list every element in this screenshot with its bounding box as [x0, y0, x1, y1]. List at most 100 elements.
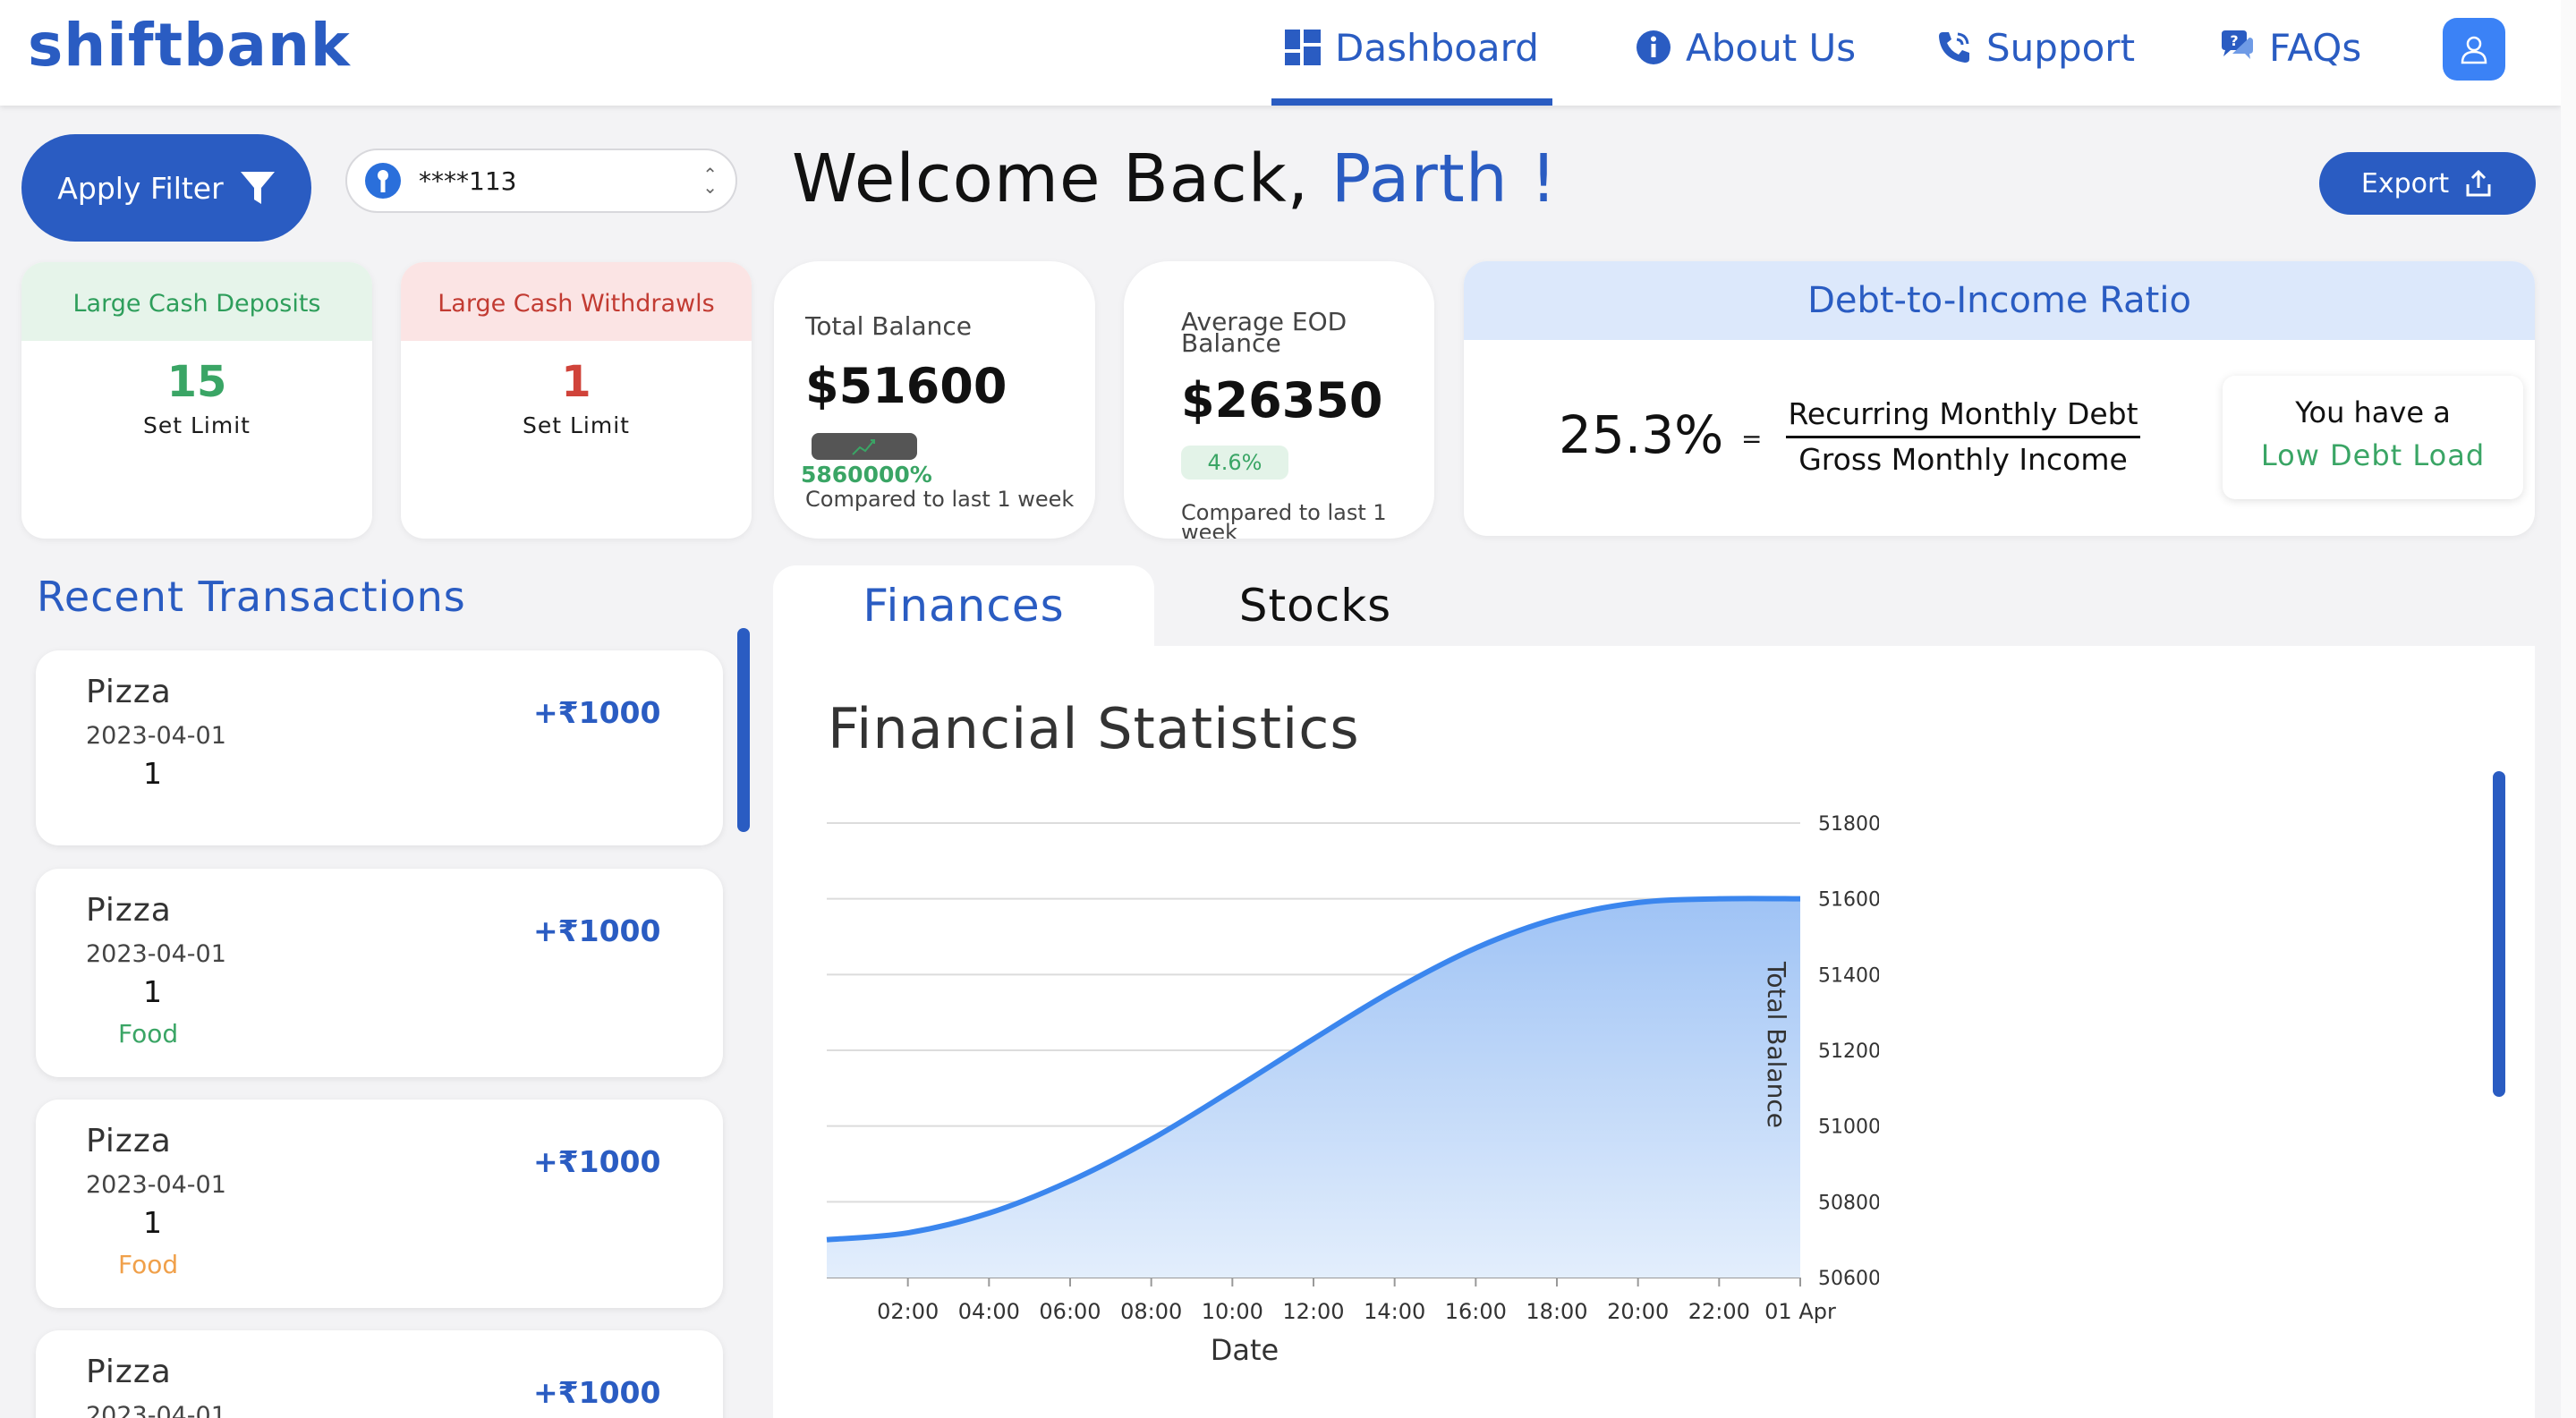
apply-filter-label: Apply Filter: [57, 170, 224, 206]
avg-eod-compare: Compared to last 1 week: [1181, 500, 1387, 539]
bank-icon: [365, 163, 401, 199]
transaction-card[interactable]: Pizza 2023-04-01 1 +₹1000: [36, 650, 723, 845]
x-tick-label: 18:00: [1526, 1299, 1587, 1324]
tx-quantity: 1: [143, 1205, 162, 1240]
large-cash-deposits-card[interactable]: Large Cash Deposits 15 Set Limit: [21, 262, 372, 539]
transactions-scrollbar[interactable]: [737, 628, 750, 832]
x-tick-label: 08:00: [1120, 1299, 1182, 1324]
svg-text:?: ?: [2230, 32, 2238, 49]
total-balance-compare: Compared to last 1 week: [805, 487, 1075, 512]
debt-load-box: You have a Low Debt Load: [2223, 376, 2523, 499]
account-select[interactable]: ****113 ⌃ ⌄: [345, 149, 737, 213]
export-button[interactable]: Export: [2319, 152, 2536, 215]
x-tick-label: 10:00: [1202, 1299, 1263, 1324]
tx-quantity: 1: [143, 974, 162, 1009]
y-tick-label: 50800: [1818, 1192, 1879, 1214]
chart-scrollbar[interactable]: [2493, 771, 2505, 1097]
page-scrollbar[interactable]: [2561, 0, 2576, 1418]
total-balance-value: $51600: [805, 358, 1007, 414]
x-tick-label: 14:00: [1364, 1299, 1425, 1324]
tx-date: 2023-04-01: [86, 1171, 226, 1199]
nav-support[interactable]: Support: [1934, 20, 2135, 75]
total-balance-change: 5860000%: [801, 462, 932, 488]
nav-faqs[interactable]: ? FAQs: [2217, 20, 2361, 75]
tx-name: Pizza: [86, 892, 172, 929]
brand-logo[interactable]: shiftbank: [28, 11, 351, 80]
phone-icon: [1934, 28, 1974, 67]
dti-title: Debt-to-Income Ratio: [1464, 261, 2535, 340]
select-arrows-icon: ⌃ ⌄: [702, 164, 718, 198]
tx-quantity: 1: [143, 756, 162, 791]
x-axis-label: Date: [1211, 1333, 1279, 1367]
x-tick-label: 20:00: [1607, 1299, 1669, 1324]
chart-title: Financial Statistics: [828, 696, 1360, 761]
dashboard-icon: [1283, 28, 1322, 67]
fraction-line: [1786, 436, 2140, 438]
x-tick-label: 22:00: [1688, 1299, 1750, 1324]
avg-eod-balance-card: Average EOD Balance $26350 4.6% Compared…: [1124, 261, 1434, 539]
transaction-card[interactable]: Pizza 2023-04-01 +₹1000: [36, 1330, 723, 1418]
tx-category: Food: [118, 1250, 179, 1279]
welcome-heading: Welcome Back, Parth !: [792, 140, 1558, 217]
nav-dashboard-label: Dashboard: [1335, 25, 1539, 70]
total-balance-label: Total Balance: [805, 311, 972, 341]
balance-area-chart: 51800 51600 51400 51200 51000 50800 50600 02:0…: [826, 813, 1879, 1367]
tx-name: Pizza: [86, 1354, 172, 1390]
profile-avatar-button[interactable]: [2443, 18, 2505, 81]
account-value: ****113: [419, 166, 517, 196]
welcome-prefix: Welcome Back,: [792, 140, 1310, 217]
large-cash-withdrawls-card[interactable]: Large Cash Withdrawls 1 Set Limit: [401, 262, 752, 539]
withdrawls-title: Large Cash Withdrawls: [401, 262, 752, 341]
nav-dashboard[interactable]: Dashboard: [1283, 20, 1539, 75]
nav-faqs-label: FAQs: [2269, 25, 2362, 70]
deposits-title: Large Cash Deposits: [21, 262, 372, 341]
x-tick-label: 12:00: [1282, 1299, 1344, 1324]
dti-equals: =: [1741, 424, 1763, 454]
trend-up-icon: [852, 439, 875, 455]
avg-eod-value: $26350: [1181, 372, 1383, 429]
nav-about-label: About Us: [1686, 25, 1857, 70]
withdrawls-count: 1: [561, 357, 591, 407]
tx-amount: +₹1000: [533, 1144, 661, 1179]
tx-date: 2023-04-01: [86, 1402, 226, 1418]
debt-load-line1: You have a: [2295, 395, 2451, 429]
x-tick-label: 06:00: [1039, 1299, 1101, 1324]
nav-support-label: Support: [1986, 25, 2136, 70]
avg-eod-change: 4.6%: [1181, 446, 1288, 480]
apply-filter-button[interactable]: Apply Filter: [21, 134, 311, 242]
top-navbar: [0, 0, 2561, 106]
x-tick-label: 04:00: [958, 1299, 1020, 1324]
export-icon: [2466, 169, 2491, 197]
debt-load-status: Low Debt Load: [2260, 438, 2486, 472]
x-tick-label: 16:00: [1445, 1299, 1507, 1324]
avg-eod-label: Average EOD Balance: [1181, 307, 1348, 358]
tx-amount: +₹1000: [533, 1375, 661, 1410]
y-tick-label: 51800: [1818, 813, 1879, 836]
active-tab-indicator: [1271, 98, 1552, 106]
info-icon: [1634, 28, 1673, 67]
transaction-card[interactable]: Pizza 2023-04-01 1 Food +₹1000: [36, 1100, 723, 1308]
y-tick-label: 50600: [1818, 1268, 1879, 1290]
nav-about[interactable]: About Us: [1634, 20, 1856, 75]
tx-category: Food: [118, 1019, 179, 1049]
y-tick-label: 51000: [1818, 1117, 1879, 1139]
tx-amount: +₹1000: [533, 913, 661, 948]
deposits-set-limit[interactable]: Set Limit: [21, 412, 372, 438]
withdrawls-set-limit[interactable]: Set Limit: [401, 412, 752, 438]
dti-numerator: Recurring Monthly Debt: [1788, 396, 2138, 431]
tab-stocks[interactable]: Stocks: [1181, 565, 1450, 646]
y-tick-label: 51200: [1818, 1040, 1879, 1063]
x-tick-label: 02:00: [877, 1299, 939, 1324]
filter-icon: [240, 172, 275, 204]
y-tick-label: 51400: [1818, 964, 1879, 987]
tx-date: 2023-04-01: [86, 722, 226, 750]
transaction-card[interactable]: Pizza 2023-04-01 1 Food +₹1000: [36, 869, 723, 1077]
tab-finances[interactable]: Finances: [773, 565, 1154, 646]
faq-chat-icon: ?: [2217, 28, 2257, 67]
tx-name: Pizza: [86, 1123, 172, 1159]
export-label: Export: [2360, 167, 2450, 200]
y-tick-label: 51600: [1818, 889, 1879, 912]
user-name: Parth !: [1331, 140, 1558, 217]
deposits-count: 15: [166, 357, 227, 407]
trend-pill: [812, 433, 917, 460]
